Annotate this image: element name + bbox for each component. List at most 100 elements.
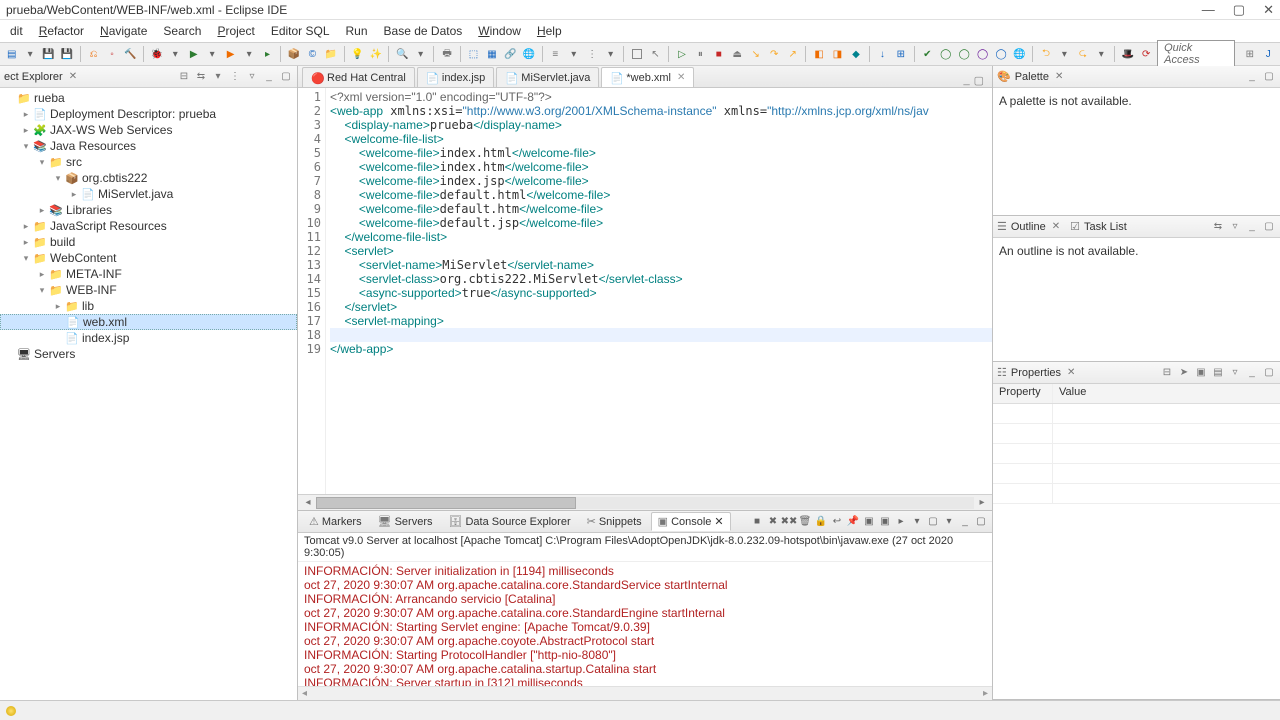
tree-node[interactable]: ▾📦org.cbtis222 — [0, 170, 297, 186]
word-wrap-icon[interactable]: ↩ — [830, 515, 844, 529]
circle-icon[interactable]: ◯ — [956, 46, 971, 62]
tree-node[interactable]: ▸📁build — [0, 234, 297, 250]
editor-tab[interactable]: 📄index.jsp — [417, 67, 494, 87]
box-icon[interactable] — [629, 46, 644, 62]
dropdown-icon[interactable]: ▾ — [1094, 46, 1109, 62]
minimize-props-icon[interactable]: _ — [1245, 366, 1259, 380]
filter-icon[interactable]: ⋮ — [228, 70, 242, 84]
menu-item-refactor[interactable]: Refactor — [33, 22, 90, 40]
tree-node[interactable]: 📄web.xml — [0, 314, 297, 330]
step-return-icon[interactable]: ↗ — [785, 46, 800, 62]
menu-item-base-de-datos[interactable]: Base de Datos — [378, 22, 469, 40]
step-over-icon[interactable]: ↷ — [766, 46, 781, 62]
collapse-all-icon[interactable]: ⊟ — [177, 70, 191, 84]
props-col-property[interactable]: Property — [993, 384, 1053, 403]
editor-tab[interactable]: 🔴Red Hat Central — [302, 67, 415, 87]
scroll-right-icon[interactable]: ▸ — [974, 497, 990, 508]
folder-icon[interactable]: 📁 — [323, 46, 338, 62]
show-console-icon[interactable]: ▣ — [862, 515, 876, 529]
tasklist-title[interactable]: Task List — [1084, 221, 1127, 233]
tree-node[interactable]: ▾📁WebContent — [0, 250, 297, 266]
tip-icon[interactable] — [6, 706, 16, 716]
scroll-thumb[interactable] — [316, 497, 576, 509]
editor-body[interactable]: 12345678910111213141516171819 <?xml vers… — [298, 88, 992, 494]
toggle-icon[interactable]: ⬚ — [466, 46, 481, 62]
outline-link-icon[interactable]: ⇆ — [1211, 220, 1225, 234]
props-tree-icon[interactable]: ⊟ — [1160, 366, 1174, 380]
globe-icon[interactable]: 🌐 — [521, 46, 536, 62]
props-filter-icon[interactable]: ▤ — [1211, 366, 1225, 380]
tree-node[interactable]: ▸📚Libraries — [0, 202, 297, 218]
close-properties-icon[interactable]: ✕ — [1067, 367, 1075, 378]
save-icon[interactable]: 💾 — [41, 46, 56, 62]
pin-console-icon[interactable]: 📌 — [846, 515, 860, 529]
dropdown-icon[interactable]: ▾ — [413, 46, 428, 62]
horizontal-scrollbar[interactable]: ◂ ▸ — [298, 494, 992, 510]
link-icon[interactable]: 🔗 — [503, 46, 518, 62]
tree-node[interactable]: ▾📚Java Resources — [0, 138, 297, 154]
bottom-tab-snippets[interactable]: ✂Snippets — [580, 512, 649, 531]
bottom-tab-data-source-explorer[interactable]: 🗄Data Source Explorer — [441, 512, 577, 531]
dropdown-icon[interactable]: ▾ — [22, 46, 37, 62]
coverage-icon[interactable]: ▸ — [260, 46, 275, 62]
marker-icon[interactable]: ◆ — [848, 46, 863, 62]
menu-item-window[interactable]: Window — [472, 22, 527, 40]
disconnect-icon[interactable]: ⏏ — [730, 46, 745, 62]
tree-node[interactable]: ▾📁src — [0, 154, 297, 170]
menu-item-editor-sql[interactable]: Editor SQL — [265, 22, 336, 40]
remove-all-icon[interactable]: ✖✖ — [782, 515, 796, 529]
perspective-icon[interactable]: ⊞ — [1242, 46, 1257, 62]
tree-node[interactable]: 🖥Servers — [0, 346, 297, 362]
menu-item-project[interactable]: Project — [211, 22, 260, 40]
step-into-icon[interactable]: ↘ — [748, 46, 763, 62]
focus-icon[interactable]: ▾ — [211, 70, 225, 84]
minimize-icon[interactable]: — — [1202, 2, 1215, 18]
open-console-icon[interactable]: ▸ — [894, 515, 908, 529]
save-all-icon[interactable]: 💾 — [59, 46, 74, 62]
editor-tab[interactable]: 📄*web.xml✕ — [601, 67, 694, 87]
tree-node[interactable]: ▸📁META-INF — [0, 266, 297, 282]
pause-icon[interactable]: ⏸ — [693, 46, 708, 62]
tree-node[interactable]: ▸📄Deployment Descriptor: prueba — [0, 106, 297, 122]
switch-icon[interactable]: ⎌ — [86, 46, 101, 62]
close-tab-icon[interactable]: ✕ — [677, 72, 685, 83]
close-icon[interactable]: ✕ — [1263, 2, 1274, 18]
props-categories-icon[interactable]: ▣ — [1194, 366, 1208, 380]
menu-item-search[interactable]: Search — [157, 22, 207, 40]
forward-icon[interactable]: ⮎ — [1075, 46, 1090, 62]
props-col-value[interactable]: Value — [1053, 384, 1092, 403]
package-icon[interactable]: 📦 — [286, 46, 301, 62]
menu-item-run[interactable]: Run — [340, 22, 374, 40]
link-editor-icon[interactable]: ⇆ — [194, 70, 208, 84]
perspective-java-icon[interactable]: J — [1261, 46, 1276, 62]
pin-icon[interactable]: ↓ — [875, 46, 890, 62]
maximize-palette-icon[interactable]: ▢ — [1262, 70, 1276, 84]
tree-node[interactable]: ▸🧩JAX-WS Web Services — [0, 122, 297, 138]
redhat-icon[interactable]: 🎩 — [1120, 46, 1135, 62]
maximize-view-icon[interactable]: ▢ — [279, 70, 293, 84]
menu-item-help[interactable]: Help — [531, 22, 568, 40]
terminate-console-icon[interactable]: ■ — [750, 515, 764, 529]
class-icon[interactable]: © — [305, 46, 320, 62]
print-icon[interactable]: 🖶 — [439, 46, 454, 62]
marker-icon[interactable]: ◧ — [811, 46, 826, 62]
run-last-icon[interactable]: ▶ — [223, 46, 238, 62]
search-icon[interactable]: 🔍 — [394, 46, 409, 62]
remove-launch-icon[interactable]: ✖ — [766, 515, 780, 529]
project-tree[interactable]: 📁rueba▸📄Deployment Descriptor: prueba▸🧩J… — [0, 88, 297, 700]
dropdown-icon[interactable]: ▾ — [241, 46, 256, 62]
new-console-icon[interactable]: ▢ — [926, 515, 940, 529]
list-icon[interactable]: ⋮ — [584, 46, 599, 62]
new-icon[interactable]: ▤ — [4, 46, 19, 62]
tree-node[interactable]: 📁rueba — [0, 90, 297, 106]
tree-node[interactable]: ▸📁JavaScript Resources — [0, 218, 297, 234]
menu-item-navigate[interactable]: Navigate — [94, 22, 153, 40]
bulb-icon[interactable]: 💡 — [350, 46, 365, 62]
terminate-icon[interactable]: ■ — [711, 46, 726, 62]
globe-icon[interactable]: 🌐 — [1012, 46, 1027, 62]
menu-item-dit[interactable]: dit — [4, 22, 29, 40]
grid-icon[interactable]: ▦ — [484, 46, 499, 62]
run-icon[interactable]: ▶ — [186, 46, 201, 62]
bottom-tab-servers[interactable]: 🖥Servers — [371, 512, 440, 531]
maximize-editor-icon[interactable]: ▢ — [974, 74, 984, 87]
